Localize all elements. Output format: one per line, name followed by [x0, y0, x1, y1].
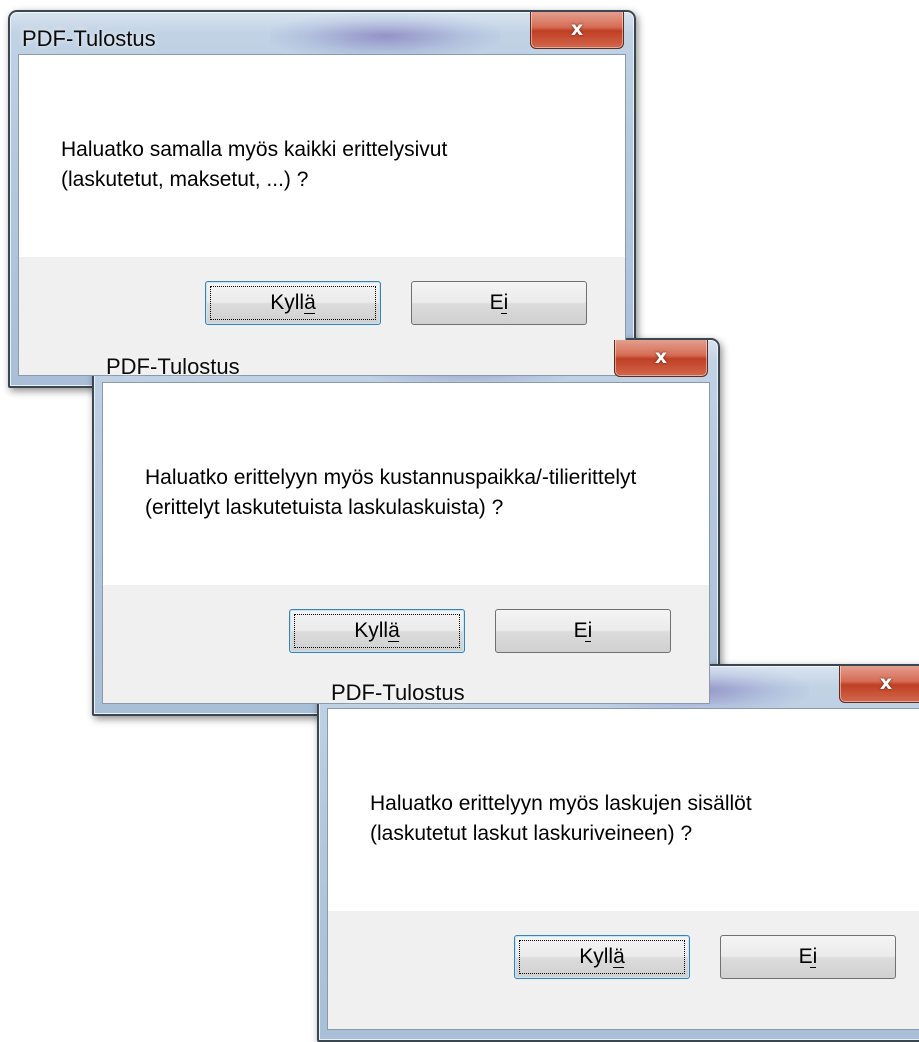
message-dialog-3: PDF-Tulostus x Haluatko erittelyyn myös …: [317, 664, 919, 1042]
close-button[interactable]: x: [839, 666, 919, 703]
dialog-body: Haluatko samalla myös kaikki erittelysiv…: [18, 54, 626, 376]
dialog-body: Haluatko erittelyyn myös kustannuspaikka…: [102, 382, 710, 704]
dialog-title: PDF-Tulostus: [331, 680, 465, 705]
message-dialog-1: PDF-Tulostus x Haluatko samalla myös kai…: [8, 10, 636, 388]
dialog-title: PDF-Tulostus: [22, 26, 156, 51]
dialog-title: PDF-Tulostus: [106, 354, 240, 379]
title-bar[interactable]: PDF-Tulostus x: [94, 340, 718, 384]
no-button-label: Ei: [573, 619, 593, 642]
close-icon: x: [654, 346, 668, 368]
message-line-1: Haluatko erittelyyn myös kustannuspaikka…: [145, 466, 637, 489]
no-button-label: Ei: [798, 945, 818, 968]
message-dialog-2: PDF-Tulostus x Haluatko erittelyyn myös …: [92, 338, 720, 716]
no-button[interactable]: Ei: [411, 281, 587, 325]
yes-button-label: Kyllä: [579, 945, 625, 968]
message-line-2: (laskutetut laskut laskuriveineen) ?: [370, 822, 693, 845]
no-button-label: Ei: [489, 291, 509, 314]
message-line-1: Haluatko erittelyyn myös laskujen sisäll…: [370, 792, 752, 815]
message-area: Haluatko erittelyyn myös laskujen sisäll…: [328, 709, 919, 911]
message-area: Haluatko erittelyyn myös kustannuspaikka…: [103, 383, 709, 585]
title-bar[interactable]: PDF-Tulostus x: [319, 666, 919, 710]
no-button[interactable]: Ei: [495, 609, 671, 653]
yes-button[interactable]: Kyllä: [205, 281, 381, 325]
close-button[interactable]: x: [614, 340, 708, 377]
no-button[interactable]: Ei: [720, 935, 896, 979]
dialog-message: Haluatko erittelyyn myös kustannuspaikka…: [145, 463, 636, 523]
dialog-message: Haluatko erittelyyn myös laskujen sisäll…: [370, 789, 752, 849]
close-button[interactable]: x: [530, 12, 624, 49]
yes-button[interactable]: Kyllä: [289, 609, 465, 653]
message-line-1: Haluatko samalla myös kaikki erittelysiv…: [61, 138, 448, 161]
dialog-message: Haluatko samalla myös kaikki erittelysiv…: [61, 135, 447, 195]
yes-button[interactable]: Kyllä: [514, 935, 690, 979]
close-icon: x: [570, 18, 584, 40]
message-area: Haluatko samalla myös kaikki erittelysiv…: [19, 55, 625, 257]
title-bar[interactable]: PDF-Tulostus x: [10, 12, 634, 56]
close-icon: x: [879, 672, 893, 694]
message-line-2: (erittelyt laskutetuista laskulaskuista)…: [145, 496, 504, 519]
yes-button-label: Kyllä: [270, 291, 316, 314]
yes-button-label: Kyllä: [354, 619, 400, 642]
message-line-2: (laskutetut, maksetut, ...) ?: [61, 168, 309, 191]
dialog-body: Haluatko erittelyyn myös laskujen sisäll…: [327, 708, 919, 1030]
